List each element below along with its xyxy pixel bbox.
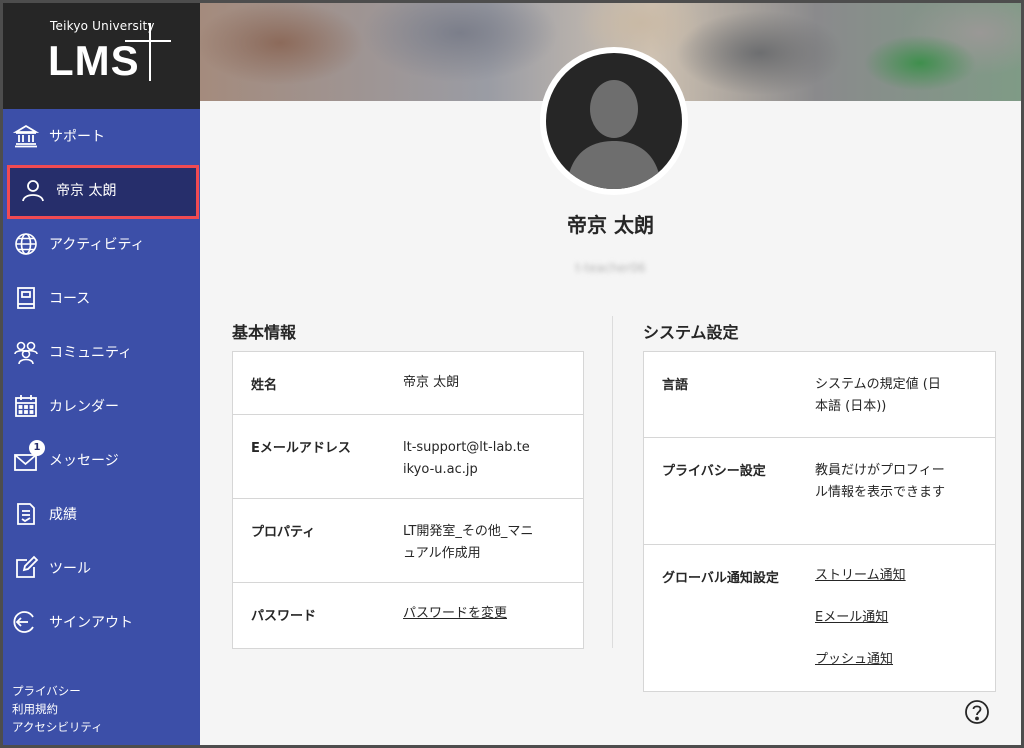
basic-info-title: 基本情報 bbox=[232, 323, 297, 342]
field-label: Eメールアドレス bbox=[251, 441, 351, 456]
field-label: パスワード bbox=[251, 609, 317, 624]
sidebar-item-signout[interactable]: サインアウト bbox=[3, 595, 200, 649]
sidebar-nav: サポート 帝京 太朗 アクティビティ コース コミュニティ カレンダー 1 メッ… bbox=[3, 109, 200, 649]
app-window: Teikyo University LMS サポート 帝京 太朗 アクティビティ… bbox=[0, 0, 1024, 748]
table-row: プロパティ LT開発室_その他_マニュアル作成用 bbox=[233, 498, 583, 583]
field-value: システムの規定値 (日本語 (日本)) bbox=[815, 377, 941, 414]
sidebar-item-activity[interactable]: アクティビティ bbox=[3, 217, 200, 271]
sidebar-item-courses[interactable]: コース bbox=[3, 271, 200, 325]
table-row: 姓名 帝京 太朗 bbox=[233, 352, 583, 414]
sidebar-item-label: アクティビティ bbox=[49, 237, 145, 253]
sidebar-item-label: ツール bbox=[49, 561, 91, 577]
user-icon bbox=[22, 180, 44, 202]
field-label: プロパティ bbox=[251, 525, 316, 540]
message-count-badge: 1 bbox=[29, 440, 45, 456]
field-label: 言語 bbox=[662, 378, 689, 393]
globe-icon bbox=[15, 233, 37, 255]
field-label: グローバル通知設定 bbox=[662, 571, 779, 586]
footer-links: プライバシー 利用規約 アクセシビリティ bbox=[12, 682, 103, 736]
field-value: 帝京 太朗 bbox=[403, 375, 460, 390]
sidebar-item-label: コース bbox=[49, 291, 91, 307]
sidebar: Teikyo University LMS サポート 帝京 太朗 アクティビティ… bbox=[3, 3, 200, 745]
sidebar-item-profile[interactable]: 帝京 太朗 bbox=[6, 163, 199, 219]
sidebar-item-community[interactable]: コミュニティ bbox=[3, 325, 200, 379]
privacy-link[interactable]: プライバシー bbox=[12, 682, 103, 700]
profile-page: 帝京 太朗 t-teacher06 基本情報 姓名 帝京 太朗 Eメールアドレス… bbox=[200, 3, 1021, 745]
sidebar-item-label: コミュニティ bbox=[49, 345, 133, 361]
system-settings-title: システム設定 bbox=[643, 323, 739, 342]
field-value: lt-support@lt-lab.teikyo-u.ac.jp bbox=[403, 440, 530, 477]
table-row: Eメールアドレス lt-support@lt-lab.teikyo-u.ac.j… bbox=[233, 414, 583, 499]
field-label: プライバシー設定 bbox=[662, 464, 766, 479]
sidebar-item-tools[interactable]: ツール bbox=[3, 541, 200, 595]
book-icon bbox=[17, 287, 35, 309]
system-settings-card: 言語 システムの規定値 (日本語 (日本)) プライバシー設定 教員だけがプロフ… bbox=[643, 351, 996, 692]
push-notification-link[interactable]: プッシュ通知 bbox=[815, 649, 893, 671]
table-row: 言語 システムの規定値 (日本語 (日本)) bbox=[644, 352, 995, 437]
logo-university-text: Teikyo University bbox=[50, 19, 155, 33]
sidebar-item-calendar[interactable]: カレンダー bbox=[3, 379, 200, 433]
logo-lms-text: LMS bbox=[48, 37, 140, 84]
calendar-icon bbox=[15, 395, 37, 417]
sidebar-item-support[interactable]: サポート bbox=[3, 109, 200, 163]
table-row: グローバル通知設定 ストリーム通知 Eメール通知 プッシュ通知 bbox=[644, 544, 995, 692]
change-password-link[interactable]: パスワードを変更 bbox=[403, 603, 507, 625]
accessibility-link[interactable]: アクセシビリティ bbox=[12, 718, 103, 736]
logo-plus-mark bbox=[149, 23, 151, 81]
email-notification-link[interactable]: Eメール通知 bbox=[815, 607, 888, 629]
profile-name: 帝京 太朗 bbox=[567, 213, 654, 237]
stream-notification-link[interactable]: ストリーム通知 bbox=[815, 565, 906, 587]
user-silhouette-icon bbox=[566, 80, 662, 189]
sidebar-item-grades[interactable]: 成績 bbox=[3, 487, 200, 541]
sidebar-item-label: 帝京 太朗 bbox=[56, 183, 117, 199]
sidebar-item-messages[interactable]: 1 メッセージ bbox=[3, 433, 200, 487]
field-label: 姓名 bbox=[251, 378, 278, 393]
grades-icon bbox=[17, 503, 35, 525]
sidebar-item-label: メッセージ bbox=[49, 453, 119, 469]
edit-icon bbox=[16, 555, 39, 578]
lms-logo[interactable]: Teikyo University LMS bbox=[3, 3, 200, 109]
sidebar-item-label: サインアウト bbox=[49, 615, 133, 631]
signout-icon bbox=[13, 611, 34, 633]
avatar[interactable] bbox=[546, 53, 682, 189]
sidebar-item-label: 成績 bbox=[49, 507, 77, 523]
field-value: LT開発室_その他_マニュアル作成用 bbox=[403, 524, 534, 561]
sidebar-item-label: カレンダー bbox=[49, 399, 119, 415]
bank-icon bbox=[13, 124, 39, 148]
table-row: パスワード パスワードを変更 bbox=[233, 582, 583, 649]
logo-plus-mark bbox=[125, 40, 171, 42]
basic-info-card: 姓名 帝京 太朗 Eメールアドレス lt-support@lt-lab.teik… bbox=[232, 351, 584, 649]
section-divider bbox=[612, 316, 613, 648]
terms-link[interactable]: 利用規約 bbox=[12, 700, 103, 718]
sidebar-item-label: サポート bbox=[49, 129, 105, 145]
field-value: 教員だけがプロフィール情報を表示できます bbox=[815, 463, 946, 500]
people-icon bbox=[14, 341, 38, 365]
table-row: プライバシー設定 教員だけがプロフィール情報を表示できます bbox=[644, 437, 995, 545]
help-icon[interactable] bbox=[964, 699, 990, 725]
profile-user-id: t-teacher06 bbox=[575, 261, 646, 275]
